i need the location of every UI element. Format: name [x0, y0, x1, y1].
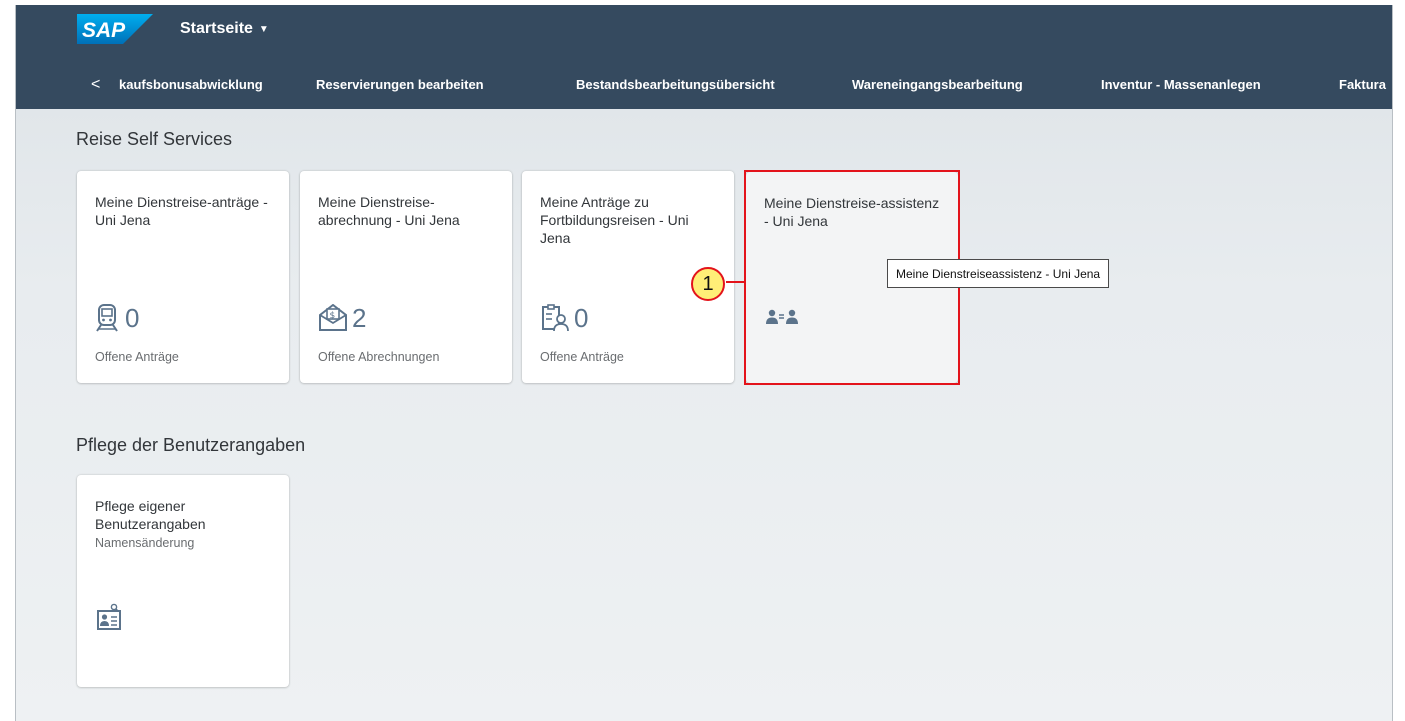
- tile-kpi-value: 0: [574, 303, 589, 333]
- group-link-reservierungen[interactable]: Reservierungen bearbeiten: [316, 77, 484, 92]
- tile-dienstreiseantraege[interactable]: Meine Dienstreise-anträge - Uni Jena 0 O…: [77, 171, 289, 383]
- tile-footer: Offene Abrechnungen: [318, 350, 440, 364]
- expense-envelope-icon: $: [319, 304, 347, 331]
- tile-kpi: 0: [95, 304, 139, 332]
- train-icon: [96, 304, 118, 332]
- tile-kpi: 0: [540, 304, 588, 332]
- group-link-kaufsbonusabwicklung[interactable]: kaufsbonusabwicklung: [119, 77, 263, 92]
- tile-kpi: $ 2: [318, 304, 366, 332]
- tile-footer: Offene Anträge: [95, 350, 179, 364]
- home-title-label: Startseite: [180, 20, 253, 37]
- annotation-marker: 1: [691, 267, 725, 301]
- group-link-bestandsbearbeitung[interactable]: Bestandsbearbeitungsübersicht: [576, 77, 775, 92]
- launchpad-frame: SAP Startseite ▼ < kaufsbonusabwicklung …: [15, 5, 1393, 721]
- chevron-down-icon: ▼: [258, 23, 269, 35]
- tile-title: Meine Dienstreise-anträge - Uni Jena: [95, 194, 268, 228]
- group-link-wareneingang[interactable]: Wareneingangsbearbeitung: [852, 77, 1023, 92]
- tile-title: Meine Dienstreise-abrechnung - Uni Jena: [318, 194, 460, 228]
- home-title-menu[interactable]: Startseite ▼: [180, 20, 269, 38]
- group-link-faktura[interactable]: Faktura: [1339, 77, 1386, 92]
- contact-search-icon: [97, 603, 121, 630]
- svg-text:$: $: [330, 311, 336, 321]
- tile-benutzerangaben[interactable]: Pflege eigener Benutzerangaben Namensänd…: [77, 475, 289, 687]
- tile-tooltip: Meine Dienstreiseassistenz - Uni Jena: [887, 259, 1110, 288]
- tile-title: Pflege eigener Benutzerangaben: [95, 498, 206, 532]
- tile-subtitle: Namensänderung: [95, 536, 195, 550]
- sap-logo[interactable]: SAP: [77, 14, 153, 44]
- tile-footer: Offene Anträge: [540, 350, 624, 364]
- tile-dienstreiseabrechnung[interactable]: Meine Dienstreise-abrechnung - Uni Jena …: [300, 171, 512, 383]
- group-anchor-bar: < kaufsbonusabwicklung Reservierungen be…: [16, 65, 1392, 105]
- annotation-connector: [726, 281, 744, 283]
- section-title-benutzerangaben: Pflege der Benutzerangaben: [76, 435, 306, 455]
- tile-kpi-value: 0: [125, 303, 140, 333]
- group-link-inventur[interactable]: Inventur - Massenanlegen: [1101, 77, 1261, 92]
- shell-bar: SAP Startseite ▼ < kaufsbonusabwicklung …: [16, 5, 1392, 109]
- sap-logo-text: SAP: [82, 19, 126, 42]
- tile-kpi-value: 2: [352, 303, 367, 333]
- tile-title: Meine Dienstreise-assistenz - Uni Jena: [764, 195, 940, 229]
- employee-list-icon: [542, 304, 569, 332]
- group-delegation-icon: [766, 309, 798, 324]
- nav-back-icon[interactable]: <: [91, 76, 100, 94]
- tile-title: Meine Anträge zu Fortbildungsreisen - Un…: [540, 194, 689, 246]
- section-title-reise: Reise Self Services: [76, 129, 233, 149]
